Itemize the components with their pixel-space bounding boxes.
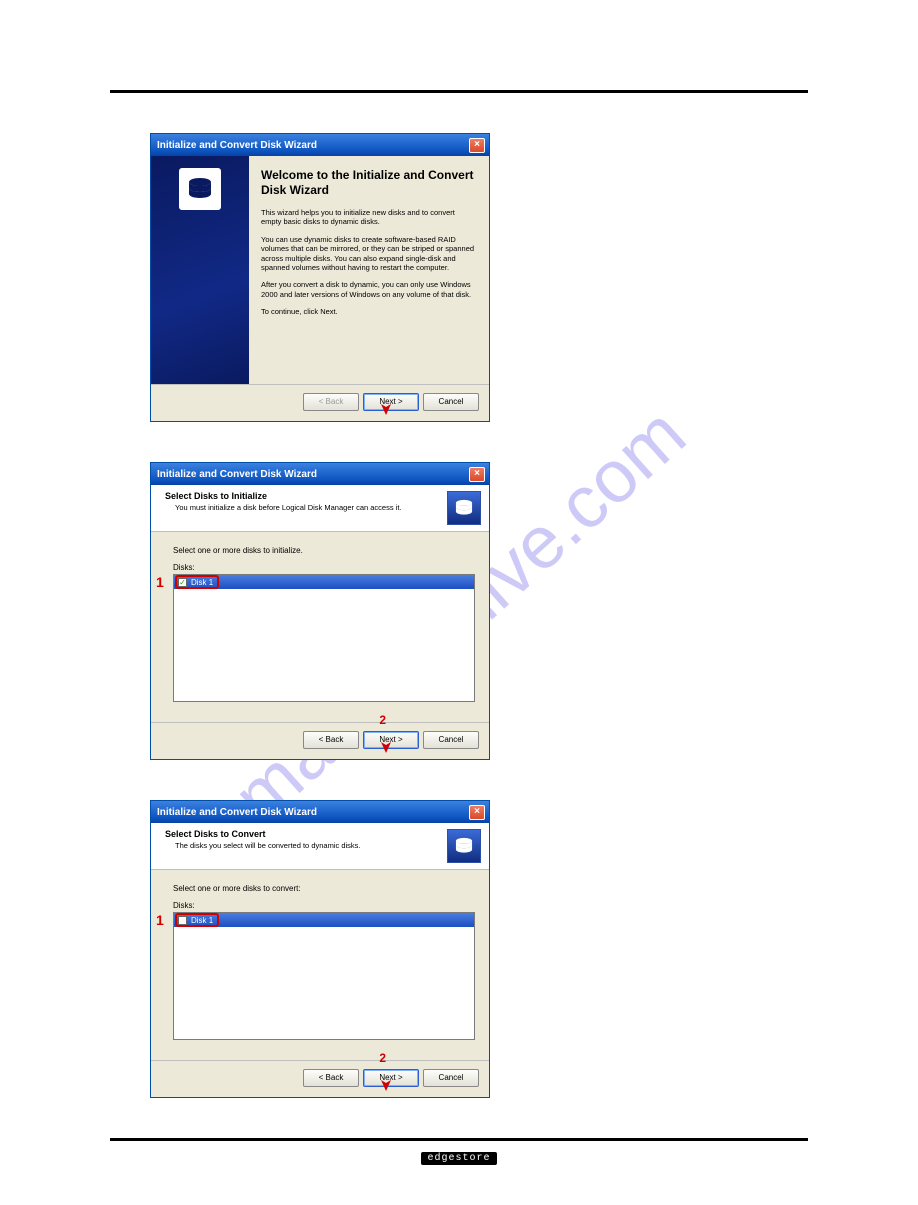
wizard-convert: Initialize and Convert Disk Wizard × Sel… — [150, 800, 490, 1098]
welcome-p3: After you convert a disk to dynamic, you… — [261, 280, 475, 299]
annotation-arrow-icon — [379, 1071, 393, 1093]
button-row: 2 < Back Next > Cancel — [151, 1060, 489, 1097]
wizard-sidebar — [151, 156, 249, 384]
page-bottom-rule — [110, 1138, 808, 1141]
disk-label: Disk 1 — [191, 916, 213, 925]
back-button[interactable]: < Back — [303, 731, 359, 749]
annotation-1: 1 — [156, 912, 164, 928]
step-header: Select Disks to Convert The disks you se… — [151, 823, 489, 870]
step-instruction: Select one or more disks to initialize. — [173, 546, 475, 555]
annotation-arrow-icon — [379, 395, 393, 417]
title-text: Initialize and Convert Disk Wizard — [157, 807, 317, 818]
titlebar[interactable]: Initialize and Convert Disk Wizard × — [151, 134, 489, 156]
disk-stack-icon — [447, 829, 481, 863]
step-title: Select Disks to Initialize — [165, 491, 441, 501]
welcome-p1: This wizard helps you to initialize new … — [261, 208, 475, 227]
step-title: Select Disks to Convert — [165, 829, 441, 839]
disks-label: Disks: — [173, 563, 475, 572]
cancel-button[interactable]: Cancel — [423, 1069, 479, 1087]
step-subtitle: The disks you select will be converted t… — [165, 841, 441, 850]
annotation-2: 2 — [379, 713, 386, 727]
titlebar[interactable]: Initialize and Convert Disk Wizard × — [151, 801, 489, 823]
step-subtitle: You must initialize a disk before Logica… — [165, 503, 441, 512]
close-icon[interactable]: × — [469, 138, 485, 153]
button-row: 2 < Back Next > Cancel — [151, 722, 489, 759]
wizard-welcome: Initialize and Convert Disk Wizard × — [150, 133, 490, 422]
disk-checkbox[interactable]: ✓ — [178, 578, 187, 587]
close-icon[interactable]: × — [469, 467, 485, 482]
annotation-arrow-icon — [379, 733, 393, 755]
cancel-button[interactable]: Cancel — [423, 393, 479, 411]
disk-list[interactable]: 1 ✓ Disk 1 — [173, 574, 475, 702]
back-button: < Back — [303, 393, 359, 411]
disk-list[interactable]: 1 Disk 1 — [173, 912, 475, 1040]
disk-stack-icon — [179, 168, 221, 210]
cancel-button[interactable]: Cancel — [423, 731, 479, 749]
disk-row[interactable]: ✓ Disk 1 — [174, 575, 474, 589]
step-header: Select Disks to Initialize You must init… — [151, 485, 489, 532]
back-button[interactable]: < Back — [303, 1069, 359, 1087]
disk-row[interactable]: Disk 1 — [174, 913, 474, 927]
page-top-rule — [110, 90, 808, 93]
footer-brand: edgestore — [110, 1147, 808, 1165]
close-icon[interactable]: × — [469, 805, 485, 820]
disk-stack-icon — [447, 491, 481, 525]
annotation-2: 2 — [379, 1051, 386, 1065]
disk-label: Disk 1 — [191, 578, 213, 587]
annotation-1: 1 — [156, 574, 164, 590]
step-instruction: Select one or more disks to convert: — [173, 884, 475, 893]
welcome-p2: You can use dynamic disks to create soft… — [261, 235, 475, 273]
welcome-p4: To continue, click Next. — [261, 307, 475, 316]
title-text: Initialize and Convert Disk Wizard — [157, 140, 317, 151]
welcome-heading: Welcome to the Initialize and Convert Di… — [261, 168, 475, 198]
disks-label: Disks: — [173, 901, 475, 910]
titlebar[interactable]: Initialize and Convert Disk Wizard × — [151, 463, 489, 485]
title-text: Initialize and Convert Disk Wizard — [157, 469, 317, 480]
button-row: < Back Next > Cancel — [151, 384, 489, 421]
disk-checkbox[interactable] — [178, 916, 187, 925]
wizard-initialize: Initialize and Convert Disk Wizard × Sel… — [150, 462, 490, 760]
